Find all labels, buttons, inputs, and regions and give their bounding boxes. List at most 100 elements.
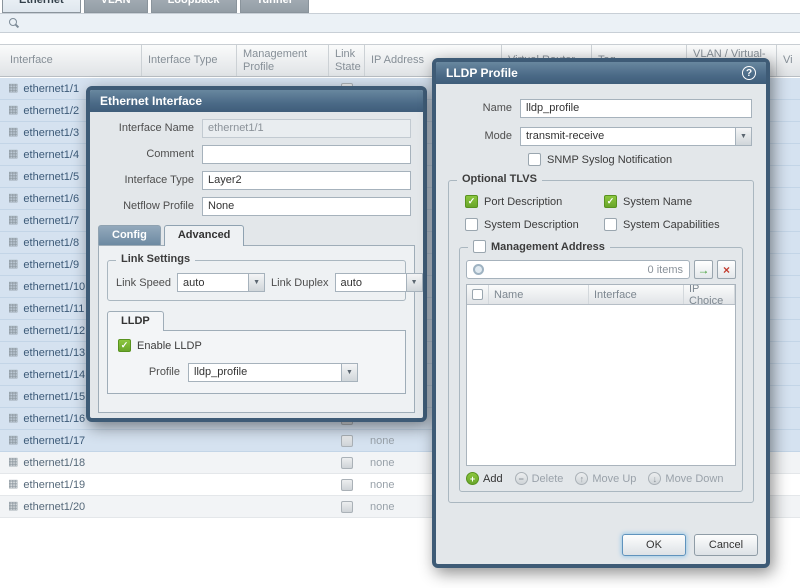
ethernet-dialog-tabs: Config Advanced <box>98 225 415 245</box>
col-interface[interactable]: Interface <box>0 45 142 76</box>
tab-loopback[interactable]: Loopback <box>151 0 237 13</box>
netflow-profile-field[interactable]: None <box>202 197 411 216</box>
interface-name-link[interactable]: ethernet1/9 <box>23 259 79 271</box>
tab-vlan-label: VLAN <box>101 0 131 6</box>
delete-button[interactable]: − Delete <box>515 472 564 485</box>
select-all-checkbox[interactable] <box>472 289 483 300</box>
add-button[interactable]: + Add <box>466 472 503 485</box>
comment-label: Comment <box>102 148 202 160</box>
tab-ethernet[interactable]: Ethernet <box>2 0 81 13</box>
col-management-profile[interactable]: Management Profile <box>237 45 329 76</box>
chevron-down-icon[interactable]: ▼ <box>735 128 751 145</box>
col-interface[interactable]: Interface <box>589 285 684 304</box>
ethernet-port-icon: ▦ <box>8 259 18 270</box>
chevron-down-icon[interactable]: ▼ <box>248 274 264 291</box>
interface-name-link[interactable]: ethernet1/12 <box>23 325 85 337</box>
tab-ethernet-label: Ethernet <box>19 0 64 6</box>
system-description-checkbox[interactable] <box>465 218 478 231</box>
interface-name-link[interactable]: ethernet1/16 <box>23 413 85 425</box>
delete-label: Delete <box>532 473 564 485</box>
col-link-state[interactable]: Link State <box>329 45 365 76</box>
tab-tunnel-label: Tunnel <box>257 0 292 6</box>
virtual-system-cell <box>777 122 800 143</box>
move-down-button[interactable]: ↓ Move Down <box>648 472 723 485</box>
system-capabilities-checkbox[interactable] <box>604 218 617 231</box>
table-filter-input[interactable] <box>26 16 800 30</box>
interface-name-field: ethernet1/1 <box>202 119 411 138</box>
ethernet-dialog-titlebar[interactable]: Ethernet Interface <box>90 90 423 112</box>
interface-name-link[interactable]: ethernet1/18 <box>23 457 85 469</box>
interface-name-link[interactable]: ethernet1/10 <box>23 281 85 293</box>
interface-name-link[interactable]: ethernet1/4 <box>23 149 79 161</box>
filter-icon <box>473 264 484 275</box>
link-speed-value: auto <box>183 277 204 289</box>
cancel-button[interactable]: Cancel <box>694 534 758 556</box>
interface-name-link[interactable]: ethernet1/13 <box>23 347 85 359</box>
chevron-down-icon[interactable]: ▼ <box>341 364 357 381</box>
name-label: Name <box>450 102 520 114</box>
help-icon[interactable]: ? <box>742 66 756 80</box>
interface-name-link[interactable]: ethernet1/3 <box>23 127 79 139</box>
ethernet-dialog-title: Ethernet Interface <box>100 94 202 108</box>
interface-name-link[interactable]: ethernet1/19 <box>23 479 85 491</box>
port-description-checkbox[interactable]: ✓ <box>465 195 478 208</box>
management-address-checkbox[interactable] <box>473 240 486 253</box>
comment-field[interactable] <box>202 145 411 164</box>
enable-lldp-checkbox[interactable]: ✓ <box>118 339 131 352</box>
ok-button[interactable]: OK <box>622 534 686 556</box>
lldp-dialog-titlebar[interactable]: LLDP Profile ? <box>436 62 766 84</box>
link-duplex-select[interactable]: auto ▼ <box>335 273 423 292</box>
delete-icon: − <box>515 472 528 485</box>
interface-name-link[interactable]: ethernet1/2 <box>23 105 79 117</box>
interface-type-field[interactable]: Layer2 <box>202 171 411 190</box>
mode-value: transmit-receive <box>526 130 604 142</box>
virtual-system-cell <box>777 342 800 363</box>
snmp-syslog-checkbox[interactable] <box>528 153 541 166</box>
tab-advanced[interactable]: Advanced <box>164 225 245 246</box>
add-label: Add <box>483 473 503 485</box>
ethernet-port-icon: ▦ <box>8 325 18 336</box>
link-speed-select[interactable]: auto ▼ <box>177 273 265 292</box>
mode-select[interactable]: transmit-receive ▼ <box>520 127 752 146</box>
virtual-system-cell <box>777 496 800 517</box>
interface-name-link[interactable]: ethernet1/1 <box>23 83 79 95</box>
interface-name-link[interactable]: ethernet1/14 <box>23 369 85 381</box>
ethernet-port-icon: ▦ <box>8 127 18 138</box>
interface-name-link[interactable]: ethernet1/7 <box>23 215 79 227</box>
mode-label: Mode <box>450 130 520 142</box>
lldp-dialog-title: LLDP Profile <box>446 66 518 80</box>
tab-config[interactable]: Config <box>98 225 161 245</box>
tab-lldp[interactable]: LLDP <box>107 311 164 331</box>
netflow-profile-value: None <box>208 200 234 212</box>
tab-tunnel[interactable]: Tunnel <box>240 0 309 13</box>
move-up-button[interactable]: ↑ Move Up <box>575 472 636 485</box>
interface-name-link[interactable]: ethernet1/20 <box>23 501 85 513</box>
management-address-table-body[interactable] <box>467 305 735 465</box>
interface-name-link[interactable]: ethernet1/17 <box>23 435 85 447</box>
tab-advanced-label: Advanced <box>178 229 231 241</box>
tab-lldp-label: LLDP <box>121 315 150 327</box>
chevron-down-icon[interactable]: ▼ <box>406 274 422 291</box>
col-ip-choice[interactable]: IP Choice <box>684 285 735 304</box>
tab-vlan[interactable]: VLAN <box>84 0 148 13</box>
add-icon: + <box>466 472 479 485</box>
ip-address-value: none <box>370 501 394 513</box>
management-filter-input[interactable]: 0 items <box>466 260 690 279</box>
virtual-system-cell <box>777 474 800 495</box>
virtual-system-cell <box>777 430 800 451</box>
lldp-profile-select[interactable]: lldp_profile ▼ <box>188 363 358 382</box>
interface-name-link[interactable]: ethernet1/5 <box>23 171 79 183</box>
col-name[interactable]: Name <box>489 285 589 304</box>
interface-name-link[interactable]: ethernet1/11 <box>23 303 84 315</box>
name-field[interactable]: lldp_profile <box>520 99 752 118</box>
interface-name-link[interactable]: ethernet1/6 <box>23 193 79 205</box>
col-interface-type[interactable]: Interface Type <box>142 45 237 76</box>
ethernet-port-icon: ▦ <box>8 391 18 402</box>
link-state-cell <box>329 430 365 451</box>
col-virtual-system[interactable]: Vi <box>777 45 800 76</box>
interface-name-link[interactable]: ethernet1/15 <box>23 391 85 403</box>
system-name-checkbox[interactable]: ✓ <box>604 195 617 208</box>
interface-name-link[interactable]: ethernet1/8 <box>23 237 79 249</box>
apply-filter-button[interactable]: → <box>694 260 713 279</box>
clear-filter-button[interactable]: × <box>717 260 736 279</box>
